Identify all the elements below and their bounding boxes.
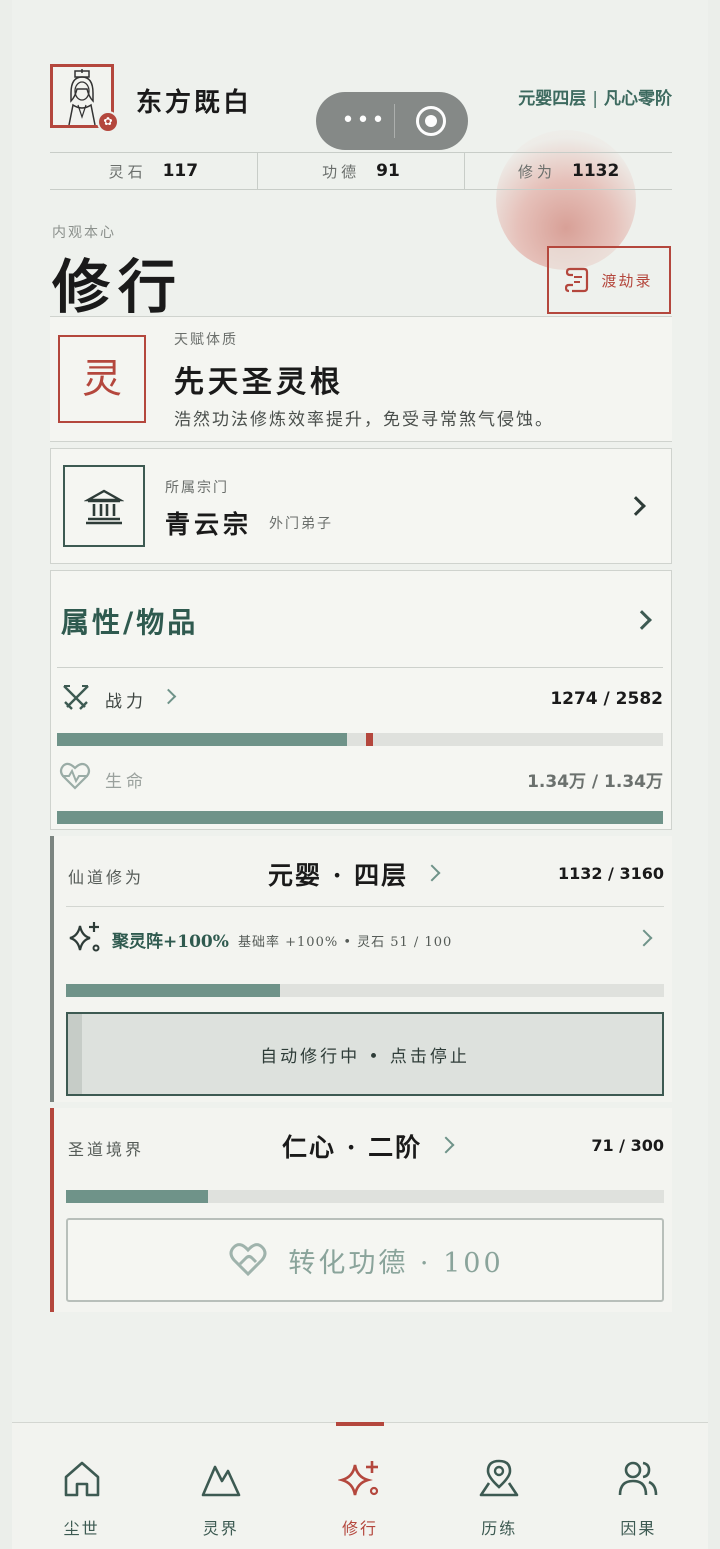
hands-heart-icon — [229, 1243, 267, 1277]
talent-name: 先天圣灵根 — [174, 365, 344, 400]
sect-label: 所属宗门 — [165, 480, 229, 496]
more-dots-icon[interactable]: ••• — [338, 109, 390, 133]
sparkle-icon — [69, 922, 100, 952]
realm-summary: 元婴四层 | 凡心零阶 — [518, 84, 672, 109]
cultivation-bar — [66, 984, 664, 997]
saint-path-card: 圣道境界 仁心 · 二阶 71 / 300 转化功德 · 100 — [50, 1108, 672, 1312]
crossed-swords-icon — [63, 685, 89, 710]
stat-value: 1132 — [572, 161, 620, 181]
temple-icon — [63, 465, 145, 547]
nav-item-xiuxing[interactable]: 修行 — [290, 1422, 429, 1549]
realm-separator: | — [592, 89, 598, 109]
talent-card: 灵 天赋体质 先天圣灵根 浩然功法修炼效率提升，免受寻常煞气侵蚀。 — [50, 316, 672, 442]
nav-item-lilian[interactable]: 历练 — [430, 1423, 569, 1549]
bottom-nav: 尘世 灵界 修行 历练 因果 — [12, 1422, 708, 1549]
nav-item-yinguo[interactable]: 因果 — [569, 1423, 708, 1549]
saint-bar-fill — [66, 1190, 208, 1203]
sect-name: 青云宗 — [165, 510, 253, 539]
target-circle-icon[interactable] — [416, 106, 446, 136]
stat-value: 91 — [376, 161, 400, 181]
dujie-record-label: 渡劫录 — [601, 271, 653, 290]
gathering-array-name[interactable]: 聚灵阵+100% — [112, 927, 229, 952]
convert-merit-button[interactable]: 转化功德 · 100 — [66, 1218, 664, 1302]
chevron-right-icon — [626, 496, 646, 516]
scroll-icon — [565, 267, 589, 293]
cultivation-label: 仙道修为 — [68, 868, 145, 887]
chevron-right-icon[interactable] — [160, 688, 177, 705]
mountain-icon — [201, 1465, 241, 1497]
talent-description: 浩然功法修炼效率提升，免受寻常煞气侵蚀。 — [174, 410, 554, 430]
divider — [66, 906, 664, 907]
miniprogram-capsule: ••• — [316, 92, 468, 150]
sect-card[interactable]: 所属宗门 青云宗 外门弟子 — [50, 448, 672, 564]
life-bar-fill — [57, 811, 663, 824]
cultivation-page: ✿ 东方既白 元婴四层 | 凡心零阶 ••• 灵石 117 功德 91 修为 113… — [12, 0, 708, 1549]
resource-stats-bar: 灵石 117 功德 91 修为 1132 — [50, 152, 672, 190]
stat-xiuwei: 修为 1132 — [465, 153, 672, 189]
life-value: 1.34万 / 1.34万 — [527, 772, 663, 792]
stat-label: 功德 — [322, 162, 361, 181]
capsule-divider — [394, 104, 395, 138]
nav-label: 修行 — [342, 1519, 379, 1538]
auto-cultivate-button[interactable]: 自动修行中 • 点击停止 — [66, 1012, 664, 1096]
gathering-array-meta: 基础率 +100% • 灵石 51 / 100 — [238, 935, 453, 950]
combat-bar-marker — [366, 733, 374, 746]
combat-bar — [57, 733, 663, 746]
nav-label: 灵界 — [202, 1519, 239, 1538]
player-name: 东方既白 — [136, 88, 253, 118]
cultivation-bar-fill — [66, 984, 281, 997]
saint-bar — [66, 1190, 664, 1203]
stat-label: 灵石 — [108, 162, 147, 181]
talent-label: 天赋体质 — [174, 332, 238, 348]
home-icon — [64, 1461, 99, 1497]
nav-item-lingjie[interactable]: 灵界 — [151, 1423, 290, 1549]
life-bar — [57, 811, 663, 824]
nav-item-chenshi[interactable]: 尘世 — [12, 1423, 151, 1549]
combat-value: 1274 / 2582 — [550, 689, 663, 709]
combat-label[interactable]: 战力 — [105, 687, 147, 712]
cultivation-card: 仙道修为 元婴 · 四层 1132 / 3160 聚灵阵+100% 基础率 +1… — [50, 836, 672, 1102]
page-title: 修行 — [52, 253, 185, 321]
saint-value: 71 / 300 — [591, 1136, 664, 1155]
realm-secondary: 凡心零阶 — [604, 89, 672, 109]
cultivation-value: 1132 / 3160 — [557, 864, 664, 883]
chevron-right-icon[interactable] — [632, 610, 652, 630]
life-label: 生命 — [105, 772, 147, 792]
talent-seal: 灵 — [58, 335, 146, 423]
nav-label: 因果 — [620, 1519, 657, 1538]
chevron-right-icon[interactable] — [423, 864, 441, 882]
users-icon — [619, 1461, 658, 1496]
heart-pulse-icon — [59, 762, 91, 790]
stat-value: 117 — [162, 161, 199, 181]
saint-realm[interactable]: 仁心 · 二阶 — [282, 1128, 422, 1164]
avatar-settings-badge-icon[interactable]: ✿ — [97, 111, 119, 133]
divider — [57, 667, 663, 668]
convert-merit-label: 转化功德 · 100 — [288, 1247, 504, 1279]
sparkle-icon — [338, 1461, 379, 1496]
map-pin-icon — [479, 1459, 519, 1497]
auto-cultivate-label: 自动修行中 • 点击停止 — [260, 1046, 470, 1067]
nav-label: 历练 — [481, 1519, 518, 1538]
stat-lingshi: 灵石 117 — [50, 153, 258, 189]
attributes-title[interactable]: 属性/物品 — [61, 601, 198, 641]
chevron-right-icon[interactable] — [635, 929, 653, 947]
avatar[interactable]: ✿ — [50, 64, 119, 133]
attributes-card: 属性/物品 战力 1274 / 2582 生命 1.34万 / 1.34万 — [50, 570, 672, 830]
combat-bar-fill — [57, 733, 347, 746]
stat-label: 修为 — [518, 162, 557, 181]
sect-role: 外门弟子 — [269, 516, 333, 532]
realm-primary: 元婴四层 — [518, 89, 587, 109]
nav-label: 尘世 — [63, 1519, 100, 1538]
stat-gongde: 功德 91 — [258, 153, 466, 189]
chevron-right-icon[interactable] — [437, 1136, 455, 1154]
dujie-record-button[interactable]: 渡劫录 — [547, 246, 671, 314]
section-subtitle: 内观本心 — [52, 225, 116, 241]
saint-label: 圣道境界 — [68, 1140, 145, 1159]
cultivation-realm[interactable]: 元婴 · 四层 — [268, 856, 408, 892]
